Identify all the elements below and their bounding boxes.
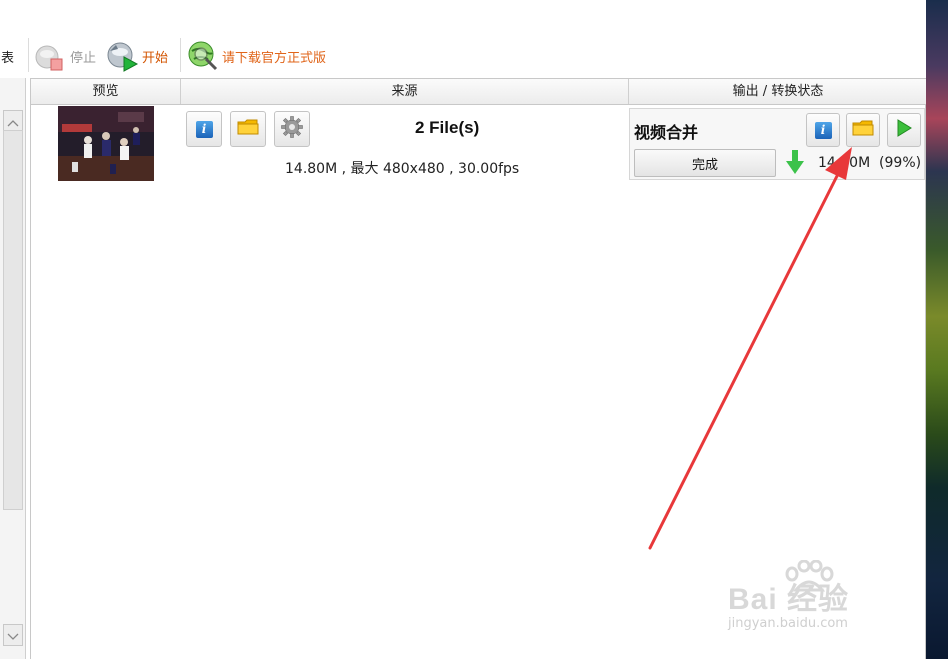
watermark-url: jingyan.baidu.com	[728, 616, 848, 631]
baidu-watermark: Bai 经验 jingyan.baidu.com	[726, 560, 906, 640]
desktop-wallpaper	[926, 0, 948, 659]
watermark-text: Bai 经验	[728, 583, 850, 616]
